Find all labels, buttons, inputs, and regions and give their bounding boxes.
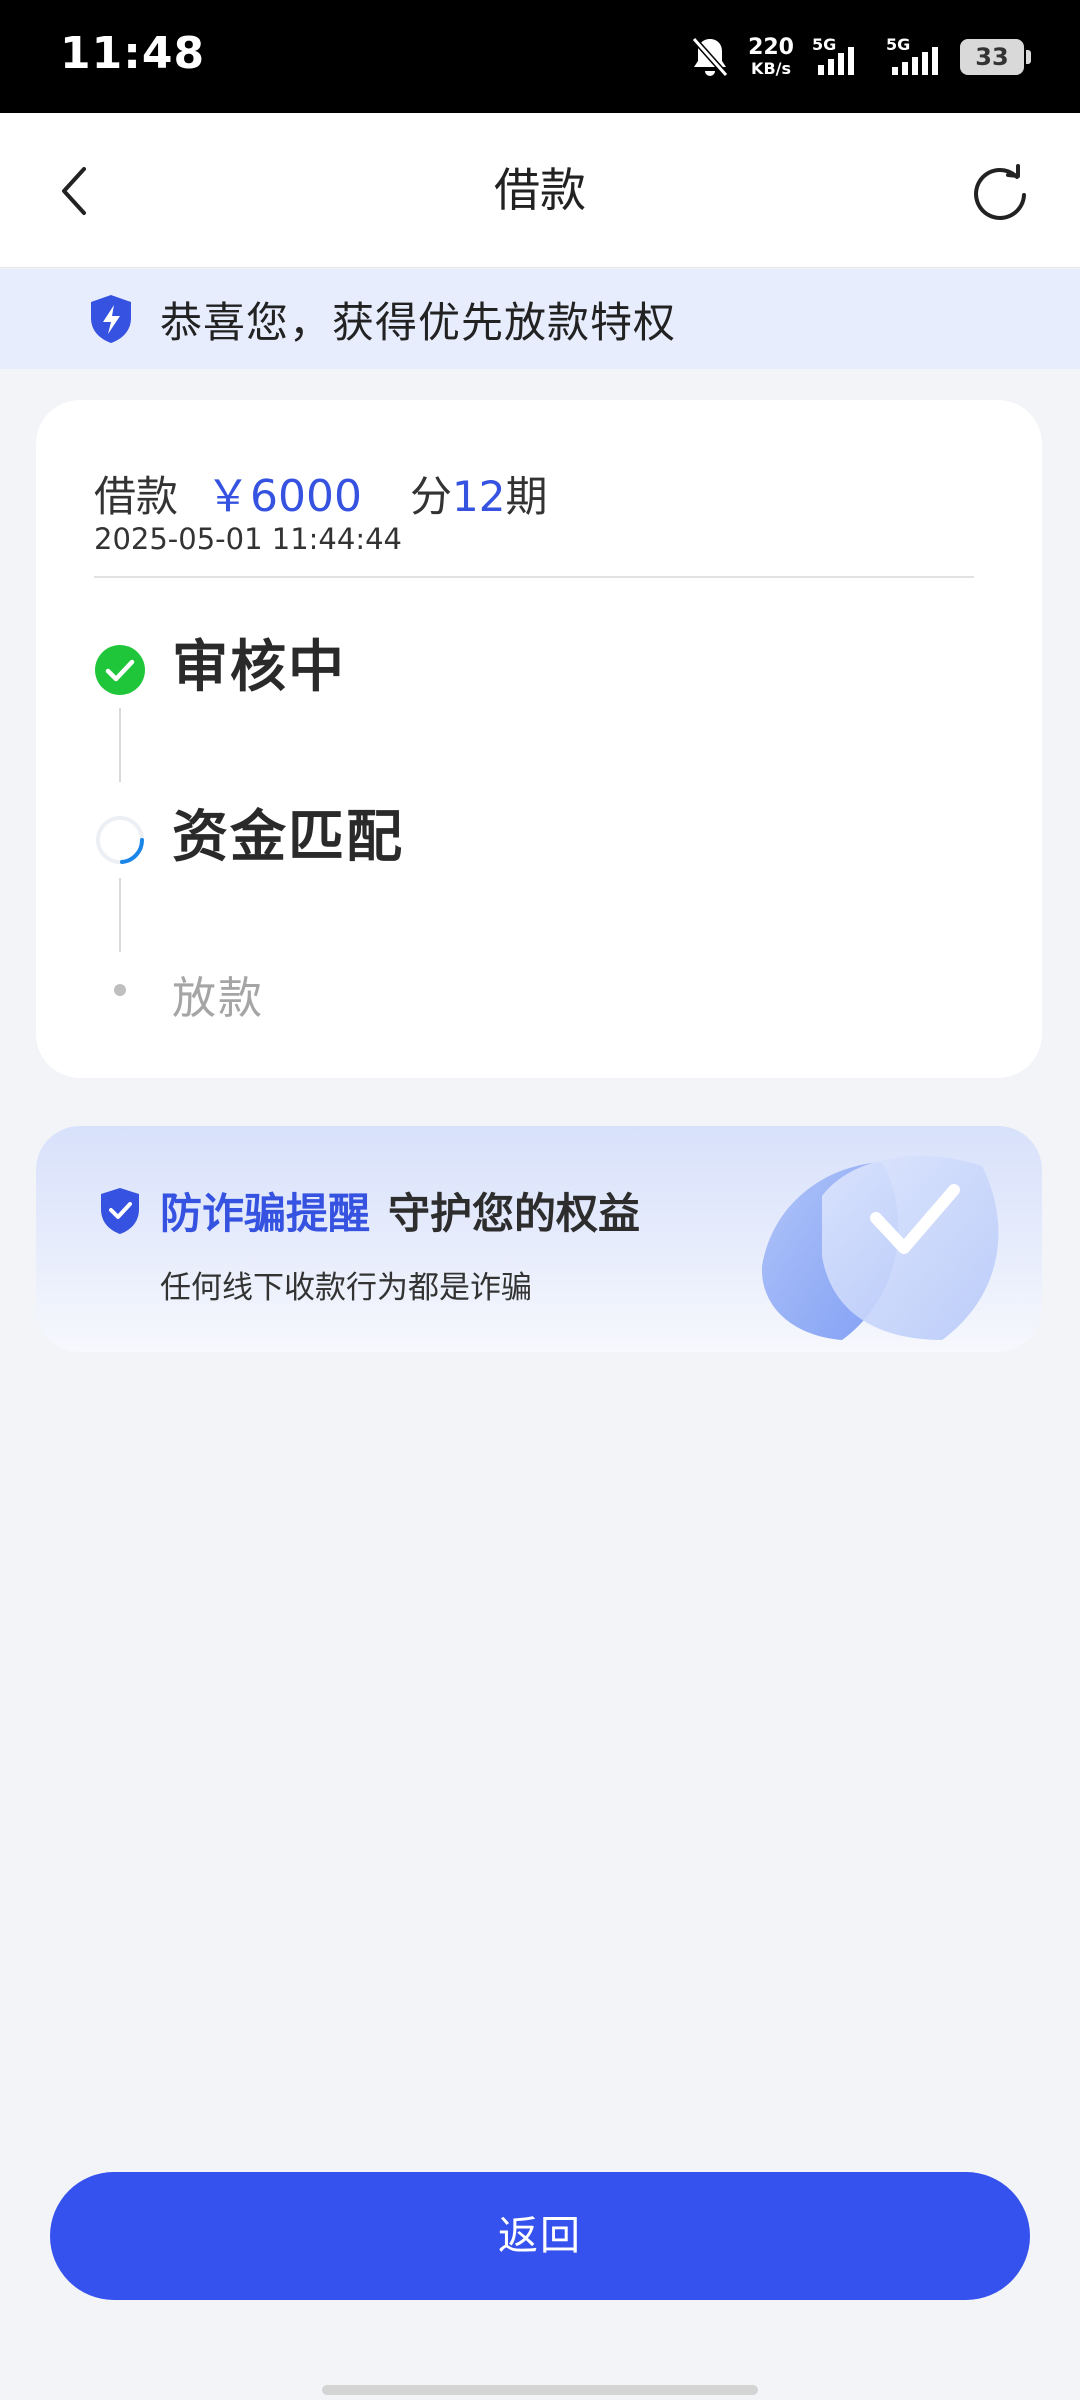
signal-sim1-icon: 5G — [812, 35, 868, 79]
step-connector — [119, 708, 121, 782]
loan-datetime: 2025-05-01 11:44:44 — [94, 522, 402, 556]
loan-label: 借款 — [94, 472, 179, 521]
step-connector — [119, 878, 121, 952]
page-title: 借款 — [494, 163, 586, 217]
signal-sim2-icon: 5G — [886, 35, 942, 79]
loan-term-suffix: 期 — [505, 472, 548, 521]
loan-term-count: 12 — [452, 472, 506, 521]
network-speed-unit: KB/s — [751, 59, 792, 78]
anti-fraud-subtitle: 守护您的权益 — [388, 1189, 641, 1238]
divider — [94, 576, 974, 578]
loan-progress-card: 借款 ￥6000 分 12 期 2025-05-01 11:44:44 审核中 … — [36, 400, 1042, 1078]
bell-muted-icon — [691, 37, 729, 77]
battery-level: 33 — [975, 43, 1009, 71]
anti-fraud-note: 任何线下收款行为都是诈骗 — [160, 1270, 532, 1306]
loan-amount: ￥6000 — [206, 471, 362, 522]
status-bar: 11:48 220 KB/s 5G 5G 33 — [0, 0, 1080, 113]
shield-lightning-icon — [91, 295, 131, 343]
shield-check-small-icon — [101, 1187, 139, 1234]
network-speed-value: 220 — [748, 35, 794, 60]
status-icons: 220 KB/s 5G 5G 33 — [690, 30, 1031, 84]
loading-spinner-icon — [96, 816, 145, 864]
battery-icon: 33 — [960, 39, 1031, 75]
network-speed: 220 KB/s — [748, 37, 794, 77]
chevron-left-icon[interactable] — [48, 163, 104, 219]
return-button[interactable]: 返回 — [50, 2172, 1030, 2300]
step-label-matching: 资金匹配 — [172, 805, 404, 870]
pending-dot-icon — [114, 984, 126, 996]
shield-check-icon — [761, 1156, 999, 1340]
loan-status-page: 11:48 220 KB/s 5G 5G 33 借款 恭喜您，获得优先放款特权 … — [0, 0, 1080, 2400]
check-circle-icon — [95, 645, 145, 695]
step-label-review: 审核中 — [172, 635, 346, 700]
home-indicator[interactable] — [322, 2385, 758, 2395]
priority-banner: 恭喜您，获得优先放款特权 — [0, 269, 1080, 369]
status-time: 11:48 — [60, 28, 206, 79]
refresh-icon[interactable] — [970, 163, 1030, 223]
anti-fraud-title: 防诈骗提醒 — [160, 1189, 371, 1238]
loan-term-prefix: 分 — [410, 472, 453, 521]
loan-summary: 借款 ￥6000 分 12 期 — [94, 460, 547, 524]
anti-fraud-header: 防诈骗提醒 守护您的权益 — [98, 1180, 640, 1241]
anti-fraud-card: 防诈骗提醒 守护您的权益 任何线下收款行为都是诈骗 — [36, 1126, 1042, 1352]
banner-text: 恭喜您，获得优先放款特权 — [160, 297, 677, 347]
top-nav: 借款 — [0, 113, 1080, 268]
step-label-disbursement: 放款 — [172, 973, 264, 1024]
